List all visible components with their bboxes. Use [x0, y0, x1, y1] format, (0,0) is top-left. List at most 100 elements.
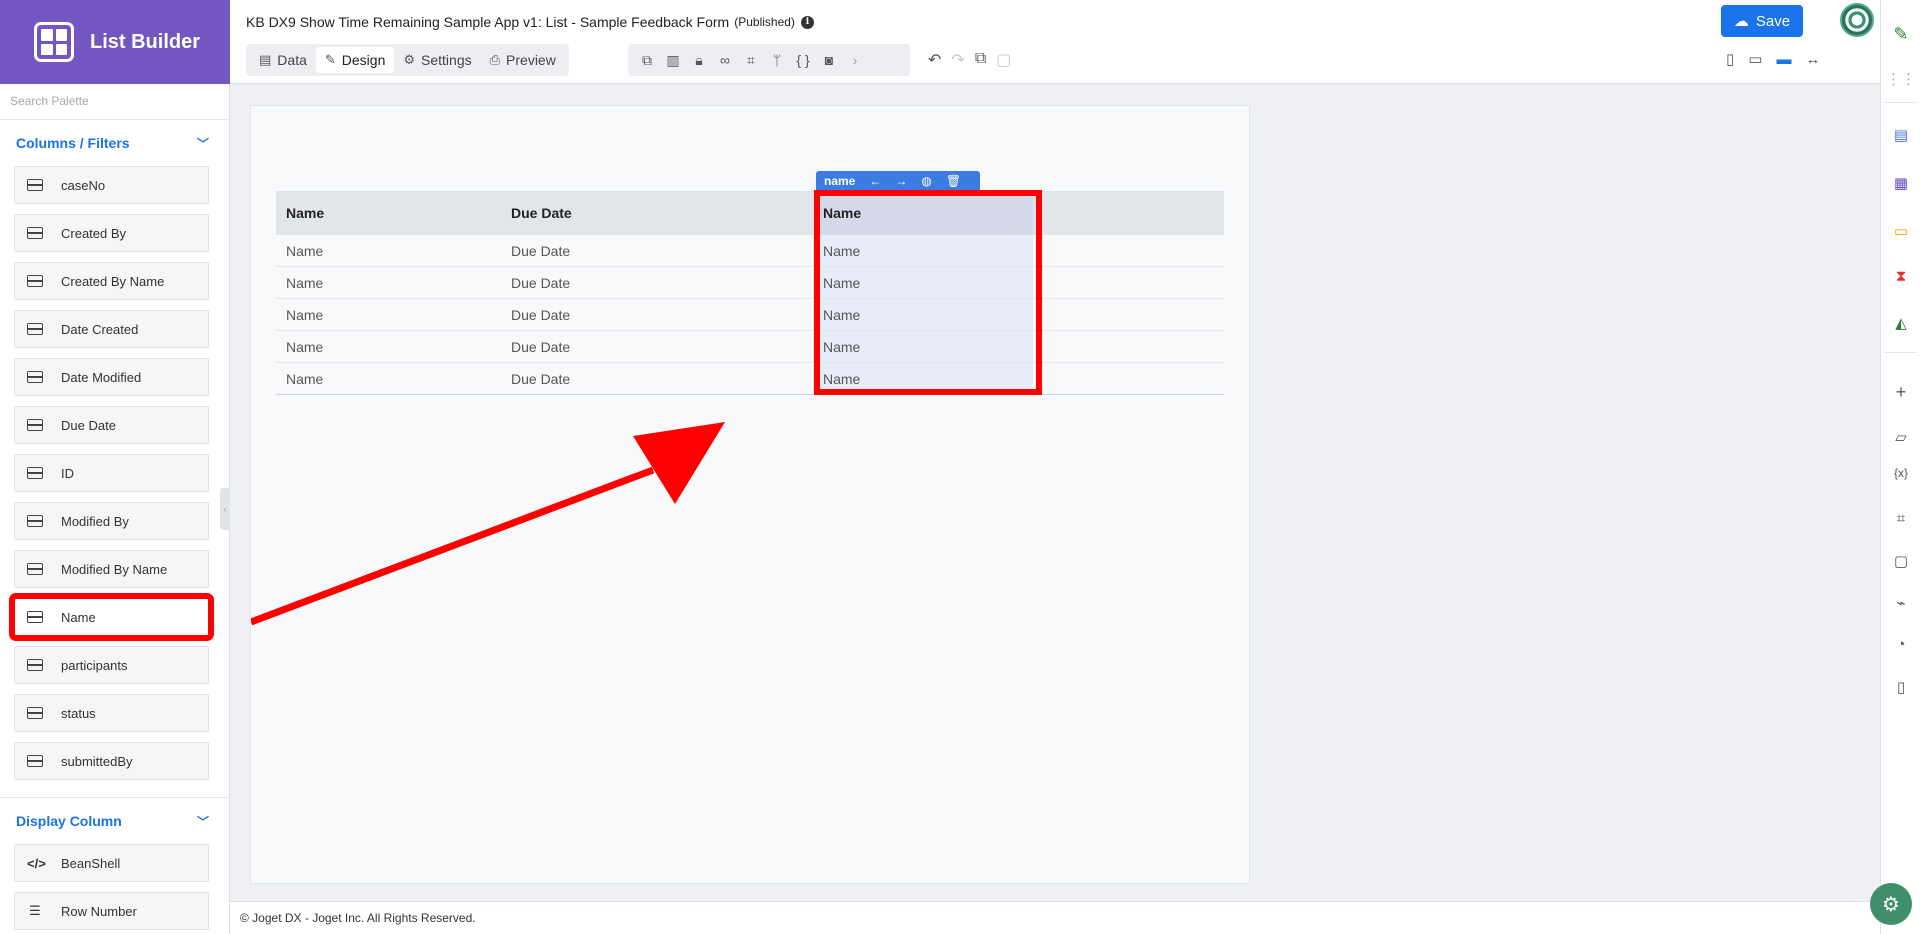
paste-icon[interactable]: ▢ [996, 50, 1011, 70]
list-grid: Name Due Date Name Name Due Date Name Na… [276, 191, 1224, 395]
section-columns-filters[interactable]: Columns / Filters ﹀ [0, 120, 229, 166]
tab-preview-label: Preview [506, 52, 556, 68]
palette-item-submittedby[interactable]: submittedBy [14, 742, 209, 780]
arrow-right-icon[interactable]: → [895, 174, 907, 188]
palette-item-label: Row Number [61, 903, 137, 919]
brand-header: List Builder [0, 0, 230, 84]
permission-icon[interactable]: ▥ [660, 52, 686, 69]
expand-width-icon[interactable]: ↔ [1805, 51, 1820, 68]
list-icon[interactable]: ▦ [1881, 174, 1920, 192]
palette-item-label: BeanShell [61, 855, 121, 871]
tree-icon[interactable]: ⧉ [634, 52, 660, 69]
arrow-left-icon[interactable]: ← [869, 174, 881, 188]
section-display-column[interactable]: Display Column ﹀ [0, 798, 229, 844]
translate-icon[interactable]: ⌗ [738, 52, 764, 69]
numbered-list-icon: ☰ [29, 903, 41, 918]
selected-column-highlight [814, 190, 1042, 395]
undo-icon[interactable]: ↶ [928, 50, 941, 70]
process-icon[interactable]: ⧗ [1881, 268, 1920, 285]
tab-design[interactable]: ✎ Design [315, 47, 395, 73]
grid-cell: Due Date [511, 242, 571, 259]
drag-handle-icon[interactable]: ⋮⋮ [1881, 70, 1920, 88]
plus-icon[interactable]: + [1881, 382, 1920, 403]
grid-header-cell[interactable]: Name [276, 205, 501, 221]
column-toolbar: name ← → ◍ 🗑︎ [816, 171, 980, 191]
table-row: Name Due Date Name [276, 235, 1224, 267]
translate-icon[interactable]: ⌗ [1881, 510, 1920, 527]
palette-item-label: ID [61, 465, 74, 481]
grid-header-cell[interactable]: Due Date [501, 205, 813, 221]
search-palette-input[interactable]: Search Palette [0, 84, 229, 120]
settings-fab[interactable]: ⚙ [1870, 883, 1912, 925]
trash-icon[interactable]: 🗑︎ [946, 174, 961, 188]
lock-icon[interactable]: 🔒︎ [686, 52, 712, 69]
info-icon[interactable]: i [800, 15, 814, 29]
palette-item-label: Due Date [61, 417, 116, 433]
copy-icon[interactable]: ⧉ [975, 50, 986, 70]
palette-item-created-by[interactable]: Created By [14, 214, 209, 252]
palette-item-date-created[interactable]: Date Created [14, 310, 209, 348]
palette-item-label: Date Modified [61, 369, 142, 385]
note-icon[interactable]: ▱ [1881, 428, 1920, 446]
field-icon [27, 323, 43, 335]
table-row: Name Due Date Name [276, 299, 1224, 331]
palette-item-modified-by[interactable]: Modified By [14, 502, 209, 540]
design-canvas: name ← → ◍ 🗑︎ Name Due Date Name Name Du… [250, 105, 1250, 884]
glasses-icon[interactable]: ∞ [712, 52, 738, 68]
section-display-column-title: Display Column [16, 813, 122, 829]
tab-data[interactable]: ▤ Data [250, 47, 316, 73]
palette-item-label: Created By [61, 225, 127, 241]
brand-title: List Builder [90, 30, 201, 53]
chevron-right-icon[interactable]: › [842, 52, 868, 68]
field-icon [27, 707, 43, 719]
save-button[interactable]: ☁ Save [1721, 5, 1803, 37]
device-switcher: ▯ ▭ ▬ ↔ [1726, 50, 1820, 69]
sidebar-collapse-handle[interactable]: ‹ [220, 488, 230, 530]
palette-item-label: caseNo [61, 177, 106, 193]
palette-item-label: Name [61, 609, 96, 625]
plugin-icon[interactable]: ⌁ [1881, 594, 1920, 612]
tablet-icon[interactable]: ▭ [1748, 50, 1762, 68]
userview-icon[interactable]: ▭ [1881, 222, 1920, 240]
desktop-icon[interactable]: ▬ [1776, 51, 1791, 68]
palette-item-row-number[interactable]: ☰ Row Number [14, 892, 209, 930]
avatar[interactable] [1840, 3, 1874, 37]
palette-item-date-modified[interactable]: Date Modified [14, 358, 209, 396]
log-icon[interactable]: ▯ [1881, 678, 1920, 696]
palette-item-modified-by-name[interactable]: Modified By Name [14, 550, 209, 588]
grid-cell: Due Date [511, 306, 571, 323]
grid-header-row: Name Due Date Name [276, 191, 1224, 235]
undo-redo-group: ↶ ↷ ⧉ ▢ [928, 50, 1011, 70]
camera-icon[interactable]: ◙ [816, 52, 842, 68]
palette-item-status[interactable]: status [14, 694, 209, 732]
palette-item-created-by-name[interactable]: Created By Name [14, 262, 209, 300]
theme-icon[interactable]: ◭ [1881, 314, 1920, 332]
tab-data-label: Data [277, 52, 307, 68]
table-icon: ▤ [259, 52, 272, 67]
palette-sidebar: Search Palette Columns / Filters ﹀ caseN… [0, 84, 230, 934]
code-icon[interactable]: { } [790, 52, 816, 68]
annotation-arrow-shaft [251, 466, 655, 626]
tab-preview[interactable]: ⎙ Preview [481, 47, 565, 73]
palette-item-name[interactable]: Name [9, 593, 214, 641]
tab-settings[interactable]: ⚙ Settings [394, 47, 480, 73]
palette-item-label: Date Created [61, 321, 139, 337]
redo-icon[interactable]: ↷ [951, 50, 964, 70]
list-builder-icon [34, 22, 74, 62]
palette-item-label: Created By Name [61, 273, 165, 289]
palette-item-participants[interactable]: participants [14, 646, 209, 684]
form-icon[interactable]: ▤ [1881, 126, 1920, 144]
builder-tabs: ▤ Data ✎ Design ⚙ Settings ⎙ Preview [246, 44, 569, 76]
palette-icon[interactable]: ◍ [921, 174, 931, 188]
palette-item-id[interactable]: ID [14, 454, 209, 492]
document-icon[interactable]: ▢ [1881, 552, 1920, 570]
palette-item-caseno[interactable]: caseNo [14, 166, 209, 204]
field-icon [27, 611, 43, 623]
mobile-icon[interactable]: ▯ [1726, 50, 1734, 68]
palette-item-due-date[interactable]: Due Date [14, 406, 209, 444]
palette-item-beanshell[interactable]: </> BeanShell [14, 844, 209, 882]
branch-icon[interactable]: ᛘ [764, 52, 790, 68]
edit-icon[interactable]: ✎ [1881, 24, 1920, 45]
performance-icon[interactable]: ◔ [1881, 636, 1920, 653]
variable-icon[interactable]: {x} [1881, 466, 1920, 480]
